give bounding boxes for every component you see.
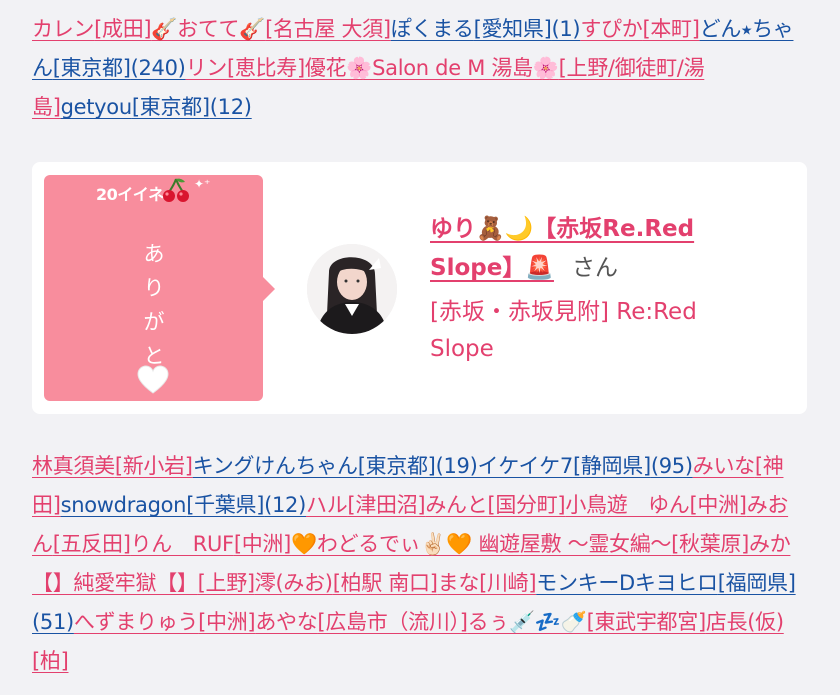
user-link[interactable]: カレン (32, 17, 94, 41)
user-link[interactable]: (12) (264, 493, 306, 517)
user-link[interactable]: [東京都] (53, 56, 131, 80)
user-link[interactable]: [中洲] (690, 493, 747, 517)
user-link[interactable]: [福岡県] (718, 571, 796, 595)
user-link[interactable]: [柏駅 南口] (333, 571, 438, 595)
user-link[interactable]: (12) (210, 95, 252, 119)
top-user-links: カレン[成田]🎸おてて🎸[名古屋 大須]ぽくまる[愛知県](1)すぴか[本町]ど… (32, 0, 802, 127)
user-link[interactable]: 店長(仮) (706, 610, 784, 634)
user-link[interactable]: [成田] (94, 17, 151, 41)
user-link[interactable]: みんと (425, 493, 487, 517)
user-link[interactable]: [東京都] (132, 95, 210, 119)
like-count: 20イイネ (96, 185, 164, 204)
avatar[interactable] (307, 244, 397, 334)
user-link[interactable]: リン (186, 56, 228, 80)
user-link[interactable]: [千葉県] (186, 493, 264, 517)
avatar-photo-icon (307, 244, 397, 334)
user-link[interactable]: [愛知県] (474, 17, 552, 41)
user-link[interactable]: キングけんちゃん (193, 454, 358, 478)
cherry-icon (163, 178, 189, 202)
user-link[interactable]: 優花🌸Salon de M 湯島🌸 (305, 56, 559, 80)
sparkle-icon: ✦⁺ (194, 177, 211, 191)
sender-name-link[interactable]: ゆり🧸🌙【赤坂Re.Red Slope】🚨 (430, 216, 694, 281)
user-link[interactable]: まな (438, 571, 480, 595)
user-link[interactable]: getyou (61, 95, 133, 119)
user-link[interactable]: [名古屋 大須] (265, 17, 391, 41)
user-link[interactable]: (1) (551, 17, 580, 41)
user-link[interactable]: すぴか (580, 17, 642, 41)
user-link[interactable]: イケイケ7 (478, 454, 574, 478)
user-link[interactable]: [本町] (642, 17, 699, 41)
user-link[interactable]: [中洲] (198, 610, 255, 634)
user-link[interactable]: [東武宇都宮] (587, 610, 707, 634)
user-link[interactable]: [柏] (32, 649, 69, 673)
user-link[interactable]: (240) (131, 56, 186, 80)
user-link[interactable]: ぽくまる (391, 17, 474, 41)
user-link[interactable]: へずまりゅう (74, 610, 199, 634)
thanks-card: 20イイネ ✦⁺ ありがと ゆり🧸🌙【赤坂Re.Red Slope】🚨 さん [… (32, 162, 807, 414)
user-link[interactable]: [川崎] (479, 571, 536, 595)
user-link[interactable]: モンキーDキヨヒロ (536, 571, 718, 595)
user-link[interactable]: あやな (255, 610, 317, 634)
user-link[interactable]: [秋葉原] (671, 532, 749, 556)
user-link[interactable]: (95) (651, 454, 693, 478)
user-link[interactable]: [新小岩] (115, 454, 193, 478)
thanks-text: ありがと (143, 242, 165, 368)
user-link[interactable]: (51) (32, 610, 74, 634)
user-link[interactable]: 🧡わどるでぃ✌🏻🧡 幽遊屋敷 〜霊女編〜 (291, 532, 671, 556)
like-box[interactable]: 20イイネ ✦⁺ ありがと (44, 175, 275, 401)
user-link[interactable]: りん RUF (131, 532, 235, 556)
user-link[interactable]: ハル (306, 493, 348, 517)
user-link[interactable]: みいな (693, 454, 755, 478)
user-link[interactable]: [上野] (198, 571, 255, 595)
user-link[interactable]: 小鳥遊 ゆん (565, 493, 690, 517)
honorific: さん (571, 255, 618, 281)
user-link[interactable]: [広島市（流川）] (317, 610, 467, 634)
user-link[interactable]: [中洲] (234, 532, 291, 556)
user-link[interactable]: [東京都] (358, 454, 436, 478)
user-link[interactable]: [静岡県] (573, 454, 651, 478)
user-link[interactable]: snowdragon (61, 493, 187, 517)
user-link[interactable]: [津田沼] (347, 493, 425, 517)
user-link[interactable]: るぅ💉💤🍼 (468, 610, 587, 634)
user-link[interactable]: 林真須美 (32, 454, 115, 478)
user-link[interactable]: [五反田] (53, 532, 131, 556)
user-link[interactable]: [恵比寿] (227, 56, 305, 80)
user-link[interactable]: 🎸おてて🎸 (151, 17, 265, 41)
user-link[interactable]: (19) (436, 454, 478, 478)
user-link[interactable]: [国分町] (487, 493, 565, 517)
shop-info: [赤坂・赤坂見附] Re:Red Slope (430, 299, 697, 362)
user-link[interactable]: 澪(みお) (255, 571, 333, 595)
bottom-user-links: 林真須美[新小岩]キングけんちゃん[東京都](19)イケイケ7[静岡県](95)… (32, 447, 802, 681)
sender-name-line: ゆり🧸🌙【赤坂Re.Red Slope】🚨 さん (430, 210, 750, 288)
white-heart-icon (137, 365, 169, 394)
